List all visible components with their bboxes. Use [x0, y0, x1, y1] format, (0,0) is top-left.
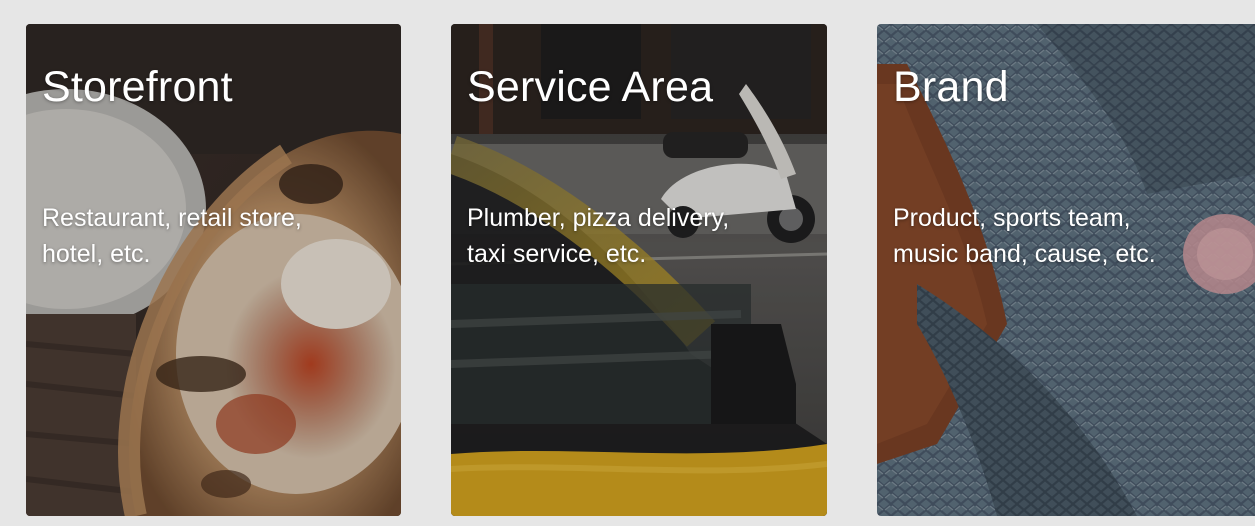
business-type-selector: Storefront Restaurant, retail store, hot…: [0, 0, 1255, 526]
service-area-card[interactable]: Service Area Plumber, pizza delivery, ta…: [451, 24, 827, 516]
storefront-description: Restaurant, retail store, hotel, etc.: [42, 200, 382, 272]
service-area-description: Plumber, pizza delivery, taxi service, e…: [467, 200, 807, 272]
brand-description-line: music band, cause, etc.: [893, 240, 1156, 268]
brand-description-line: Product, sports team,: [893, 204, 1131, 232]
storefront-description-line: Restaurant, retail store,: [42, 204, 302, 232]
storefront-description-line: hotel, etc.: [42, 240, 151, 268]
storefront-card[interactable]: Storefront Restaurant, retail store, hot…: [26, 24, 401, 516]
brand-title: Brand: [893, 63, 1009, 111]
service-area-description-line: Plumber, pizza delivery,: [467, 204, 730, 232]
service-area-title: Service Area: [467, 63, 714, 111]
service-area-description-line: taxi service, etc.: [467, 240, 647, 268]
storefront-title: Storefront: [42, 63, 233, 111]
brand-description: Product, sports team, music band, cause,…: [893, 200, 1233, 272]
brand-card[interactable]: Brand Product, sports team, music band, …: [877, 24, 1255, 516]
